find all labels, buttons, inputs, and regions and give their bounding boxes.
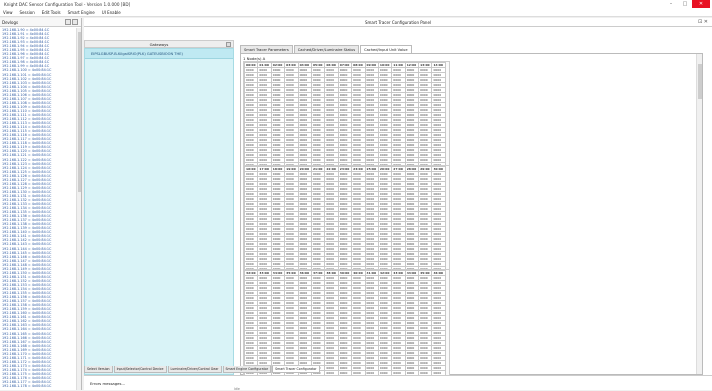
gateway-row-selected[interactable]: EIPSLGBUSP-B-KilgaiSRIO(PLK) GATEUSBIOON… [85,49,233,59]
device-list-tools [64,19,78,25]
grid-scrollbar[interactable] [696,54,702,374]
value-block: 32:00 33:00 34:00 35:00 36:00 37:00 38:00 39:00… [243,269,450,377]
menu-session[interactable]: Session [20,10,35,15]
device-list-item[interactable]: 192.168.1.178 = 4x00:84:1C [0,384,76,388]
scrollbar-thumb[interactable] [698,64,702,99]
panel-titlebar: Smart Tracer Configuration Panel ⊡ ✕ [84,18,712,27]
value-table: 32:00 33:00 34:00 35:00 36:00 37:00 38:00 39:00… [243,270,446,376]
gateway-list: EIPSLGBUSP-B-KilgaiSRIO(PLK) GATEUSBIOON… [84,48,234,375]
configuration-panel: Smart Tracer Configuration Panel ⊡ ✕ Gat… [84,18,712,390]
value-table: 16:00 17:00 18:00 19:00 20:00 21:00 22:00 23:00… [243,166,446,272]
collapse-icon[interactable] [65,19,71,25]
tab-cached-driver-status[interactable]: Cached/Driver/Luminaire Status [293,45,360,53]
bottom-tabs: Select Version Input/Selector/Control De… [84,366,321,373]
menu-bar: View Session Edit Tools Smart Engine UI … [0,9,712,17]
device-list-header: Devlogs [0,18,81,27]
config-tabs: Smart Tracer Parameters Cached/Driver/Lu… [240,45,413,53]
value-block: 16:00 17:00 18:00 19:00 20:00 21:00 22:00 23:00… [243,165,450,273]
time-header-row: 00:00 01:00 02:00 03:00 04:00 05:00 06:00 07:00… [243,62,446,68]
tab-select-version[interactable]: Select Version [84,366,113,373]
status-text: Idle [234,387,240,391]
tab-luminaire-driver[interactable]: Luminaire/Driver/Control Gear [167,366,222,373]
panel-title: Smart Tracer Configuration Panel [364,20,432,25]
scrollbar-thumb[interactable] [78,32,81,192]
menu-smart-engine[interactable]: Smart Engine [68,10,95,15]
window-title: Knight DAC Sensor Configuration Tool - V… [4,2,131,7]
error-messages: Errors messages... [90,381,126,386]
time-header-row: 16:00 17:00 18:00 19:00 20:00 21:00 22:00 23:00… [243,166,446,172]
tab-smart-engine-configurator[interactable]: Smart Engine Configurator [222,366,272,373]
device-list-title: Devlogs [2,19,19,25]
gateways-column-header[interactable]: Gateways [84,40,234,48]
device-list-panel: Devlogs 192.168.1.90 = 4x00:84:1C 192.168… [0,18,82,390]
pin-icon[interactable] [72,19,78,25]
window-titlebar: Knight DAC Sensor Configuration Tool - V… [0,0,712,9]
device-list-scrollbar[interactable] [76,28,81,390]
menu-view[interactable]: View [3,10,13,15]
column-menu-icon[interactable] [226,42,231,47]
tab-cached-input-unit-value[interactable]: Cached/Input Unit Value [360,45,412,53]
value-table: 00:00 01:00 02:00 03:00 04:00 05:00 06:00 07:00… [243,62,446,168]
window-controls: – □ ✕ [664,0,710,8]
device-list: 192.168.1.90 = 4x00:84:1C 192.168.1.91 = … [0,28,76,388]
tab-smart-tracer-configurator[interactable]: Smart Tracer Configurator [272,366,320,373]
menu-edit-tools[interactable]: Edit Tools [42,10,61,15]
value-block: 00:00 01:00 02:00 03:00 04:00 05:00 06:00 07:00… [243,61,450,169]
panel-close-icon[interactable]: ⊡ ✕ [698,18,708,27]
close-icon[interactable]: ✕ [692,0,710,8]
status-area: Errors messages... Idle [84,375,712,391]
menu-ui-enable[interactable]: UI Enable [102,10,121,15]
maximize-icon[interactable]: □ [678,0,692,8]
tab-smart-tracer-parameters[interactable]: Smart Tracer Parameters [240,45,293,53]
tab-input-selector[interactable]: Input/Selector/Control Device [113,366,167,373]
input-value-grid-area: 1 Node(s) A 00:00 01:00 02:00 03:00 04:00 05:… [240,53,703,377]
time-header-row: 32:00 33:00 34:00 35:00 36:00 37:00 38:00 39:00… [243,270,446,276]
gateways-header-label: Gateways [149,42,169,47]
minimize-icon[interactable]: – [664,0,678,8]
